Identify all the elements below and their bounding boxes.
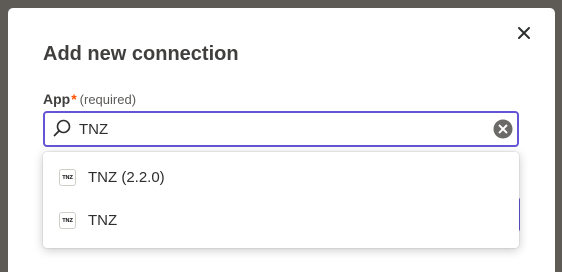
option-label: TNZ (2.2.0) bbox=[88, 169, 165, 186]
dropdown-option[interactable]: TNZ TNZ bbox=[43, 201, 519, 241]
app-search-field[interactable] bbox=[43, 111, 519, 147]
app-search-input[interactable] bbox=[79, 116, 479, 142]
close-icon bbox=[518, 27, 530, 39]
dropdown-option[interactable]: TNZ TNZ (2.2.0) bbox=[43, 158, 519, 198]
close-button[interactable] bbox=[513, 22, 535, 44]
option-label: TNZ bbox=[88, 212, 118, 229]
tnz-logo-icon: TNZ bbox=[59, 169, 76, 186]
add-connection-dialog: Add new connection App* (required) TNZ TN… bbox=[8, 8, 555, 272]
tnz-logo-icon: TNZ bbox=[59, 212, 76, 229]
app-label: App bbox=[43, 91, 71, 107]
clear-circle-icon[interactable] bbox=[493, 119, 513, 139]
dialog-title: Add new connection bbox=[43, 43, 239, 65]
app-suggestions-dropdown: TNZ TNZ (2.2.0) TNZ TNZ bbox=[43, 152, 519, 248]
app-field-label: App* (required) bbox=[43, 90, 136, 109]
search-icon bbox=[53, 119, 71, 137]
required-marker: * bbox=[71, 91, 77, 107]
required-hint: (required) bbox=[79, 92, 137, 107]
